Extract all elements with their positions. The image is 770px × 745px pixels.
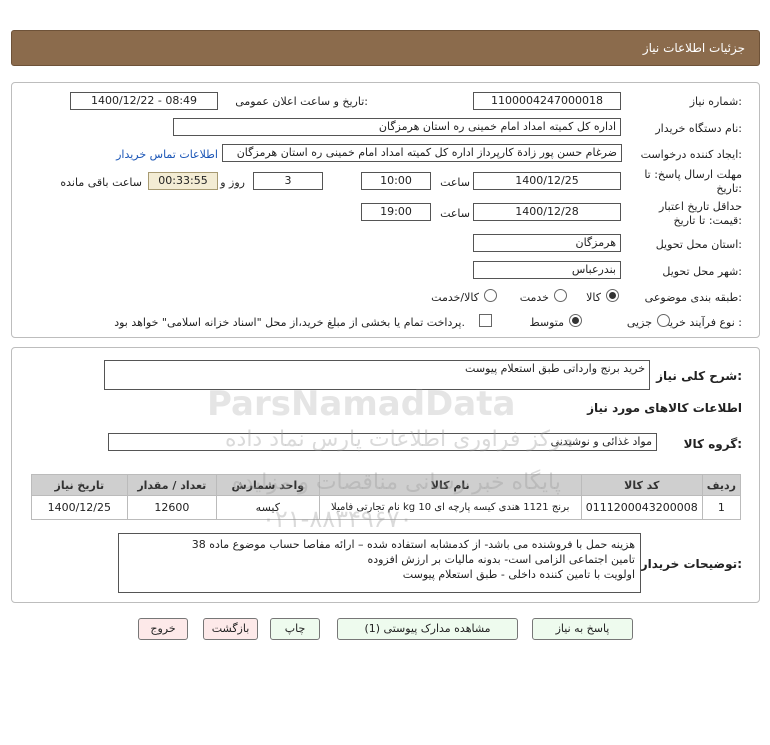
page-header: جزئیات اطلاعات نیاز: [11, 30, 760, 66]
category-label: طبقه بندی موضوعی:: [644, 291, 742, 304]
process-option-minor: جزیی: [626, 316, 652, 329]
buyer-org-label: نام دستگاه خریدار:: [655, 122, 742, 135]
province-field: هرمزگان: [473, 234, 621, 252]
col-item-name: نام کالا: [318, 474, 582, 496]
process-radio-minor[interactable]: [657, 314, 670, 327]
description-label: شرح کلی نیاز:: [656, 369, 742, 383]
page-title: جزئیات اطلاعات نیاز: [642, 41, 745, 55]
process-radio-medium[interactable]: [569, 314, 582, 327]
category-option-goods: کالا: [586, 291, 601, 304]
category-option-goods-service: کالا/خدمت: [431, 291, 479, 304]
back-button[interactable]: بازگشت: [203, 618, 258, 640]
deadline-date-field: 1400/12/25: [473, 172, 621, 190]
cell-need-date: 1400/12/25: [31, 495, 128, 520]
validity-time-label: ساعت: [440, 207, 470, 220]
buyer-notes-line-2: تامین اجتماعی الزامی است- بدونه مالیات ب…: [367, 553, 635, 566]
announce-datetime-field: 1400/12/22 - 08:49: [70, 92, 218, 110]
need-number-label: شماره نیاز:: [689, 95, 742, 108]
category-radio-service[interactable]: [554, 289, 567, 302]
buyer-notes-line-1: هزینه حمل با فروشنده می باشد- از کدمشابه…: [191, 538, 635, 551]
description-field: خرید برنج وارداتی طبق استعلام پیوست: [104, 360, 650, 390]
city-field: بندرعباس: [473, 261, 621, 279]
reply-button[interactable]: پاسخ به نیاز: [532, 618, 633, 640]
deadline-time-field: 10:00: [361, 172, 431, 190]
process-option-medium: متوسط: [529, 316, 564, 329]
validity-label-line2: قیمت: تا تاریخ:: [673, 214, 742, 227]
cell-unit: کیسه: [216, 495, 320, 520]
validity-time-field: 19:00: [361, 203, 431, 221]
exit-button[interactable]: خروج: [138, 618, 188, 640]
category-radio-goods[interactable]: [606, 289, 619, 302]
goods-table-header: ردیف کد کالا نام کالا واحد شمارش تعداد /…: [31, 474, 742, 496]
table-row: 1 0111200043200008 برنج 1121 هندی کیسه پ…: [31, 495, 742, 520]
cell-item-name: برنج 1121 هندی کیسه پارچه ای 10 kg نام ت…: [318, 495, 582, 520]
buyer-org-field: اداره کل کمیته امداد امام خمینی ره استان…: [173, 118, 621, 136]
days-label: روز و: [220, 176, 245, 189]
remaining-time-field: 00:33:55: [148, 172, 218, 190]
print-button[interactable]: چاپ: [270, 618, 320, 640]
cell-row-number: 1: [701, 495, 742, 520]
province-label: استان محل تحویل:: [655, 238, 742, 251]
goods-group-field: مواد غذائی و نوشیدنی: [108, 433, 657, 451]
col-item-code: کد کالا: [580, 474, 703, 496]
col-unit: واحد شمارش: [216, 474, 320, 496]
deadline-label-line2: تاریخ:: [716, 182, 742, 195]
deadline-time-label: ساعت: [440, 176, 470, 189]
category-option-service: خدمت: [519, 291, 549, 304]
view-attachments-button[interactable]: مشاهده مدارک پیوستی (1): [337, 618, 518, 640]
creator-label: ایجاد کننده درخواست:: [640, 148, 742, 161]
remaining-time-label: ساعت باقی مانده: [60, 176, 142, 189]
days-remaining-field: 3: [253, 172, 323, 190]
col-row-number: ردیف: [701, 474, 742, 496]
goods-group-label: گروه کالا:: [683, 437, 742, 451]
city-label: شهر محل تحویل:: [662, 265, 742, 278]
cell-quantity: 12600: [126, 495, 218, 520]
buyer-notes-label: توضیحات خریدار:: [640, 557, 742, 571]
treasury-payment-note: پرداخت تمام یا بخشی از مبلغ خرید،از محل …: [114, 316, 465, 329]
creator-field: ضرغام حسن پور زادة کارپرداز اداره کل کمی…: [222, 144, 622, 162]
cell-item-code: 0111200043200008: [580, 495, 703, 520]
category-radio-goods-service[interactable]: [484, 289, 497, 302]
validity-label-line1: حداقل تاریخ اعتبار: [658, 200, 742, 213]
buyer-notes-field: هزینه حمل با فروشنده می باشد- از کدمشابه…: [118, 533, 641, 593]
deadline-label-line1: مهلت ارسال پاسخ: تا: [644, 168, 742, 181]
process-label: نوع فرآیند خرید :: [664, 316, 742, 329]
treasury-payment-checkbox[interactable]: [479, 314, 492, 327]
col-quantity: تعداد / مقدار: [126, 474, 218, 496]
goods-table: ردیف کد کالا نام کالا واحد شمارش تعداد /…: [31, 474, 742, 520]
announce-label: تاریخ و ساعت اعلان عمومی:: [235, 95, 368, 108]
buyer-contact-link[interactable]: اطلاعات تماس خریدار: [116, 148, 218, 161]
buyer-notes-line-3: اولویت با تامین کننده داخلی - طبق استعلا…: [402, 568, 635, 581]
goods-section-title: اطلاعات کالاهای مورد نیاز: [587, 401, 742, 415]
validity-date-field: 1400/12/28: [473, 203, 621, 221]
col-need-date: تاریخ نیاز: [31, 474, 128, 496]
need-number-field: 1100004247000018: [473, 92, 621, 110]
